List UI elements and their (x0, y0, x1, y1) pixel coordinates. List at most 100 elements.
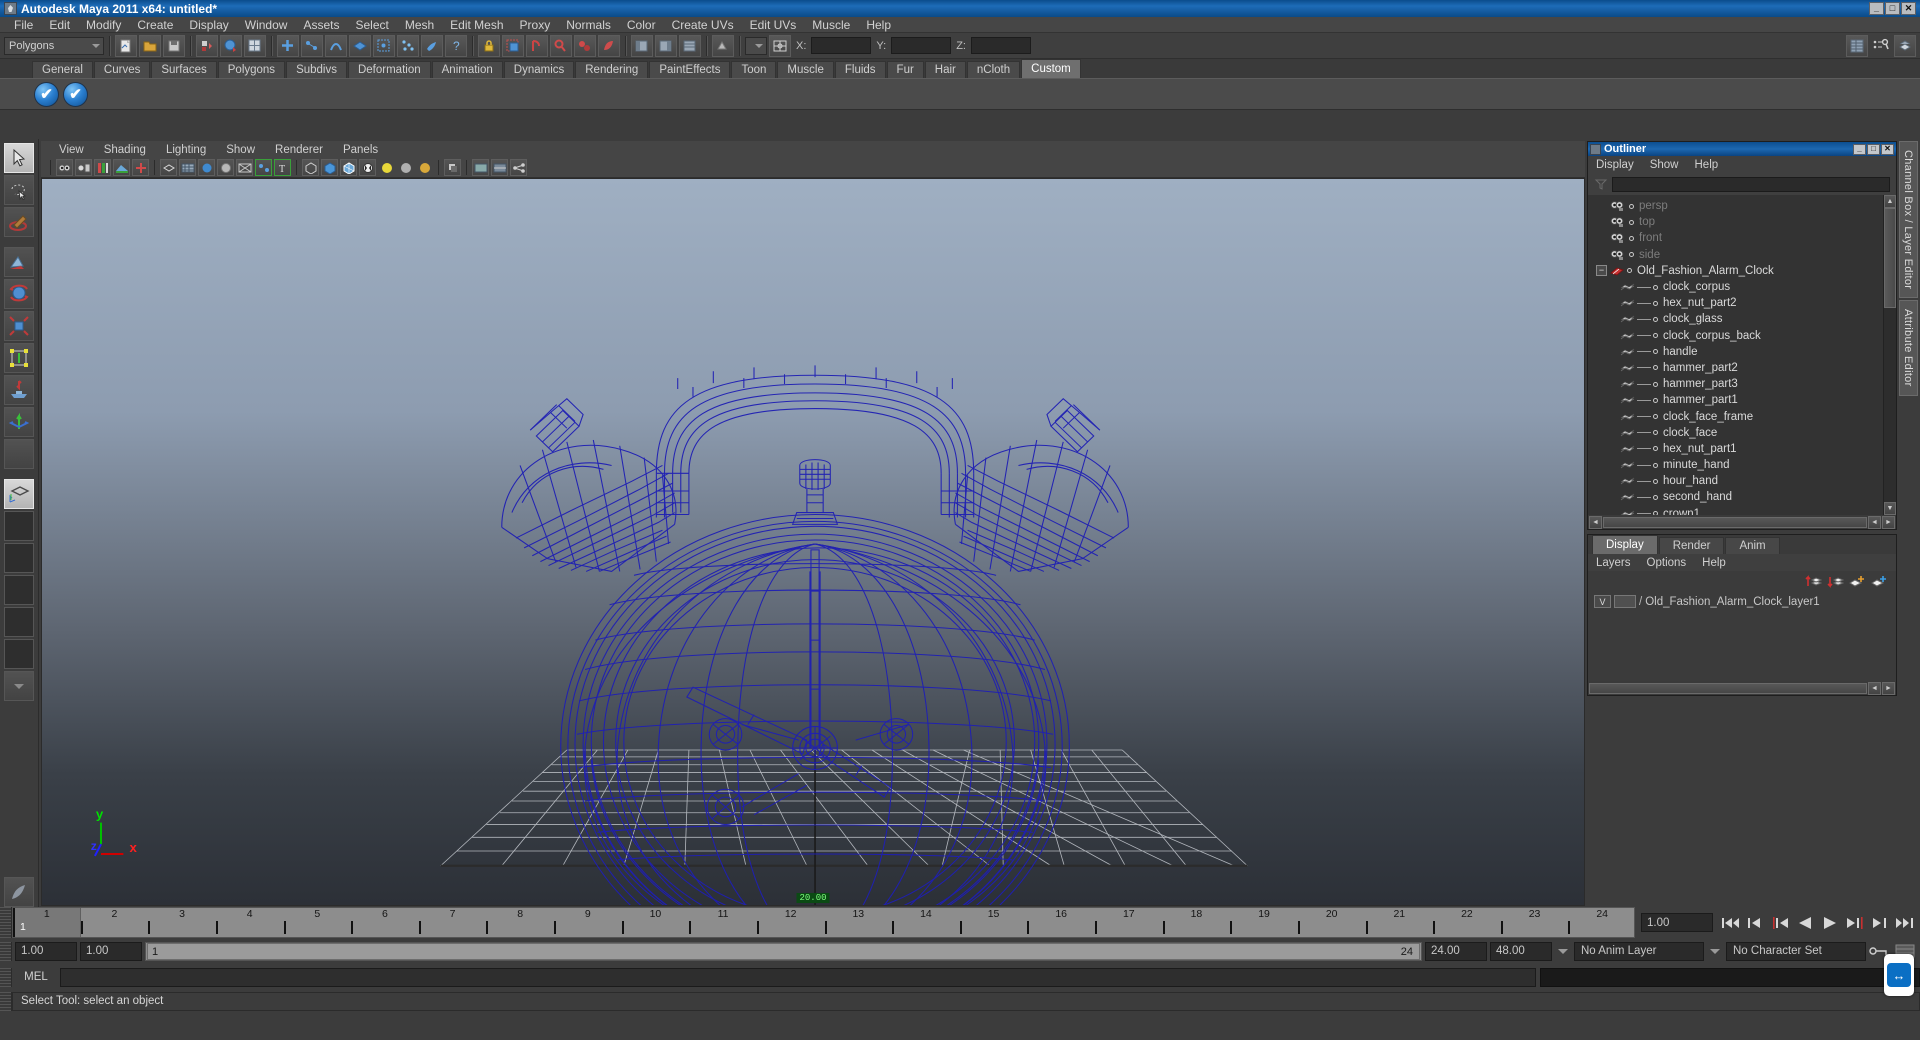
go-to-end-button[interactable] (1894, 913, 1916, 933)
outliner-item-clock_corpus[interactable]: clock_corpus (1588, 279, 1883, 295)
shelf-tab-custom[interactable]: Custom (1021, 59, 1081, 78)
snap-to-curve-icon[interactable] (301, 34, 323, 57)
move-tool-button[interactable] (4, 247, 34, 277)
toolbar-separator-2[interactable] (190, 35, 192, 56)
smooth-wire-icon[interactable] (359, 159, 376, 176)
close-button[interactable]: ✕ (1901, 2, 1916, 15)
layer-menu-help[interactable]: Help (1702, 557, 1726, 569)
outliner-item-front[interactable]: front (1588, 230, 1883, 246)
play-forwards-button[interactable] (1819, 913, 1841, 933)
new-layer-icon[interactable] (1848, 574, 1866, 589)
maya-help-dragon-icon[interactable] (4, 877, 34, 907)
range-slider-thumb[interactable]: 1 24 (147, 942, 1420, 960)
outliner-item-old_fashion_alarm_clock[interactable]: − Old_Fashion_Alarm_Clock (1588, 263, 1883, 279)
lighting-icon[interactable] (217, 159, 234, 176)
shelf-tab-polygons[interactable]: Polygons (217, 61, 286, 78)
z-transform-field[interactable] (970, 37, 1031, 54)
menu-item-edit-uvs[interactable]: Edit UVs (742, 17, 805, 33)
menu-item-display[interactable]: Display (181, 17, 236, 33)
menu-item-create-uvs[interactable]: Create UVs (664, 17, 742, 33)
anim-layer-field[interactable]: No Anim Layer (1574, 941, 1704, 961)
history-icon[interactable] (712, 34, 734, 57)
toggle-sidebar-icon[interactable] (631, 34, 653, 57)
layout-four-view-button[interactable] (4, 511, 34, 541)
menu-item-proxy[interactable]: Proxy (512, 17, 559, 33)
viewport-settings-icon[interactable] (491, 159, 508, 176)
outliner-hscroll-thumb[interactable] (1603, 516, 1867, 528)
layer-list[interactable]: V / Old_Fashion_Alarm_Clock_layer1 (1588, 591, 1896, 681)
camera-attributes-icon[interactable] (75, 159, 92, 176)
outliner-tree[interactable]: persp top front side − Old_Fashion_Alarm_Cloc… (1588, 195, 1896, 515)
outliner-item-top[interactable]: top (1588, 214, 1883, 230)
outliner-item-minute_hand[interactable]: minute_hand (1588, 457, 1883, 473)
outliner-item-hammer_part1[interactable]: hammer_part1 (1588, 392, 1883, 408)
soft-modification-tool-button[interactable] (4, 375, 34, 405)
light-grey-icon[interactable] (397, 159, 414, 176)
save-scene-icon[interactable] (163, 34, 185, 57)
universal-manipulator-button[interactable] (4, 343, 34, 373)
absolute-transform-icon[interactable] (769, 34, 791, 57)
layer-shading-toggle[interactable] (1614, 595, 1636, 608)
shelf-tab-curves[interactable]: Curves (93, 61, 151, 78)
outliner-item-handle[interactable]: handle (1588, 344, 1883, 360)
play-backwards-button[interactable] (1794, 913, 1816, 933)
vertical-tab-channel-box-layer-editor[interactable]: Channel Box / Layer Editor (1899, 141, 1918, 299)
toolbar-separator-7[interactable] (739, 35, 741, 56)
shelf-check-icon-2[interactable]: ✔ (63, 81, 88, 107)
snap-to-grid-icon[interactable] (277, 34, 299, 57)
outliner-item-clock_glass[interactable]: clock_glass (1588, 311, 1883, 327)
toggle-channel-box-icon[interactable] (679, 34, 701, 57)
shelf-tab-dynamics[interactable]: Dynamics (503, 61, 575, 78)
move-layer-down-icon[interactable] (1826, 574, 1844, 589)
step-back-frame-button[interactable] (1769, 913, 1791, 933)
toggle-attribute-editor-icon[interactable] (655, 34, 677, 57)
outliner-hscroll-right-button-2[interactable]: ► (1882, 515, 1895, 529)
open-layer-editor-icon[interactable] (1894, 34, 1916, 57)
snap-keys-icon[interactable] (397, 34, 419, 57)
open-scene-icon[interactable] (139, 34, 161, 57)
light-orange-icon[interactable] (416, 159, 433, 176)
isolate-select-icon[interactable] (302, 159, 319, 176)
move-layer-up-icon[interactable] (1804, 574, 1822, 589)
lasso-select-tool-button[interactable] (4, 175, 34, 205)
paint-weights-icon[interactable] (421, 34, 443, 57)
viewport-menu-shading[interactable]: Shading (94, 144, 156, 156)
select-camera-icon[interactable] (56, 159, 73, 176)
menu-item-window[interactable]: Window (237, 17, 296, 33)
rotate-tool-button[interactable] (4, 279, 34, 309)
menu-set-selector[interactable]: Polygons (4, 36, 104, 55)
shelf-tab-deformation[interactable]: Deformation (347, 61, 431, 78)
layer-horizontal-scrollbar[interactable]: ◄ ► (1588, 681, 1896, 695)
shadows-icon[interactable] (444, 159, 461, 176)
menu-item-assets[interactable]: Assets (295, 17, 347, 33)
layer-hscroll-thumb[interactable] (1589, 682, 1867, 694)
outliner-item-crown1[interactable]: crown1 (1588, 506, 1883, 515)
smooth-shading-icon[interactable] (198, 159, 215, 176)
layout-dropdown-button[interactable] (4, 671, 34, 701)
snap-to-view-plane-icon[interactable] (349, 34, 371, 57)
menu-item-muscle[interactable]: Muscle (804, 17, 858, 33)
shelf-tab-ncloth[interactable]: nCloth (966, 61, 1021, 78)
snap-to-live-icon[interactable] (373, 34, 395, 57)
animation-start-time-field[interactable]: 1.00 (15, 941, 77, 961)
new-layer-from-selected-icon[interactable] (1870, 574, 1888, 589)
image-plane-icon[interactable] (113, 159, 130, 176)
help-line-grip[interactable] (0, 991, 12, 1011)
menu-item-help[interactable]: Help (858, 17, 899, 33)
toolbar-separator-6[interactable] (706, 35, 708, 56)
layout-single-perspective-button[interactable] (4, 479, 34, 509)
two-d-pan-zoom-icon[interactable] (132, 159, 149, 176)
viewport-menu-renderer[interactable]: Renderer (265, 144, 333, 156)
share-viewport-icon[interactable] (510, 159, 527, 176)
layer-editor-tab-render[interactable]: Render (1658, 537, 1725, 554)
step-forward-key-button[interactable] (1869, 913, 1891, 933)
minimize-button[interactable]: _ (1869, 2, 1884, 15)
shelf-tab-surfaces[interactable]: Surfaces (151, 61, 217, 78)
menu-item-edit[interactable]: Edit (41, 17, 78, 33)
outliner-item-hour_hand[interactable]: hour_hand (1588, 473, 1883, 489)
viewport-menu-lighting[interactable]: Lighting (156, 144, 216, 156)
x-transform-field[interactable] (811, 37, 872, 54)
range-end-time-field[interactable]: 24.00 (1425, 941, 1487, 961)
outliner-hscroll-left-button[interactable]: ◄ (1589, 515, 1602, 529)
xray-display-icon[interactable] (236, 159, 253, 176)
